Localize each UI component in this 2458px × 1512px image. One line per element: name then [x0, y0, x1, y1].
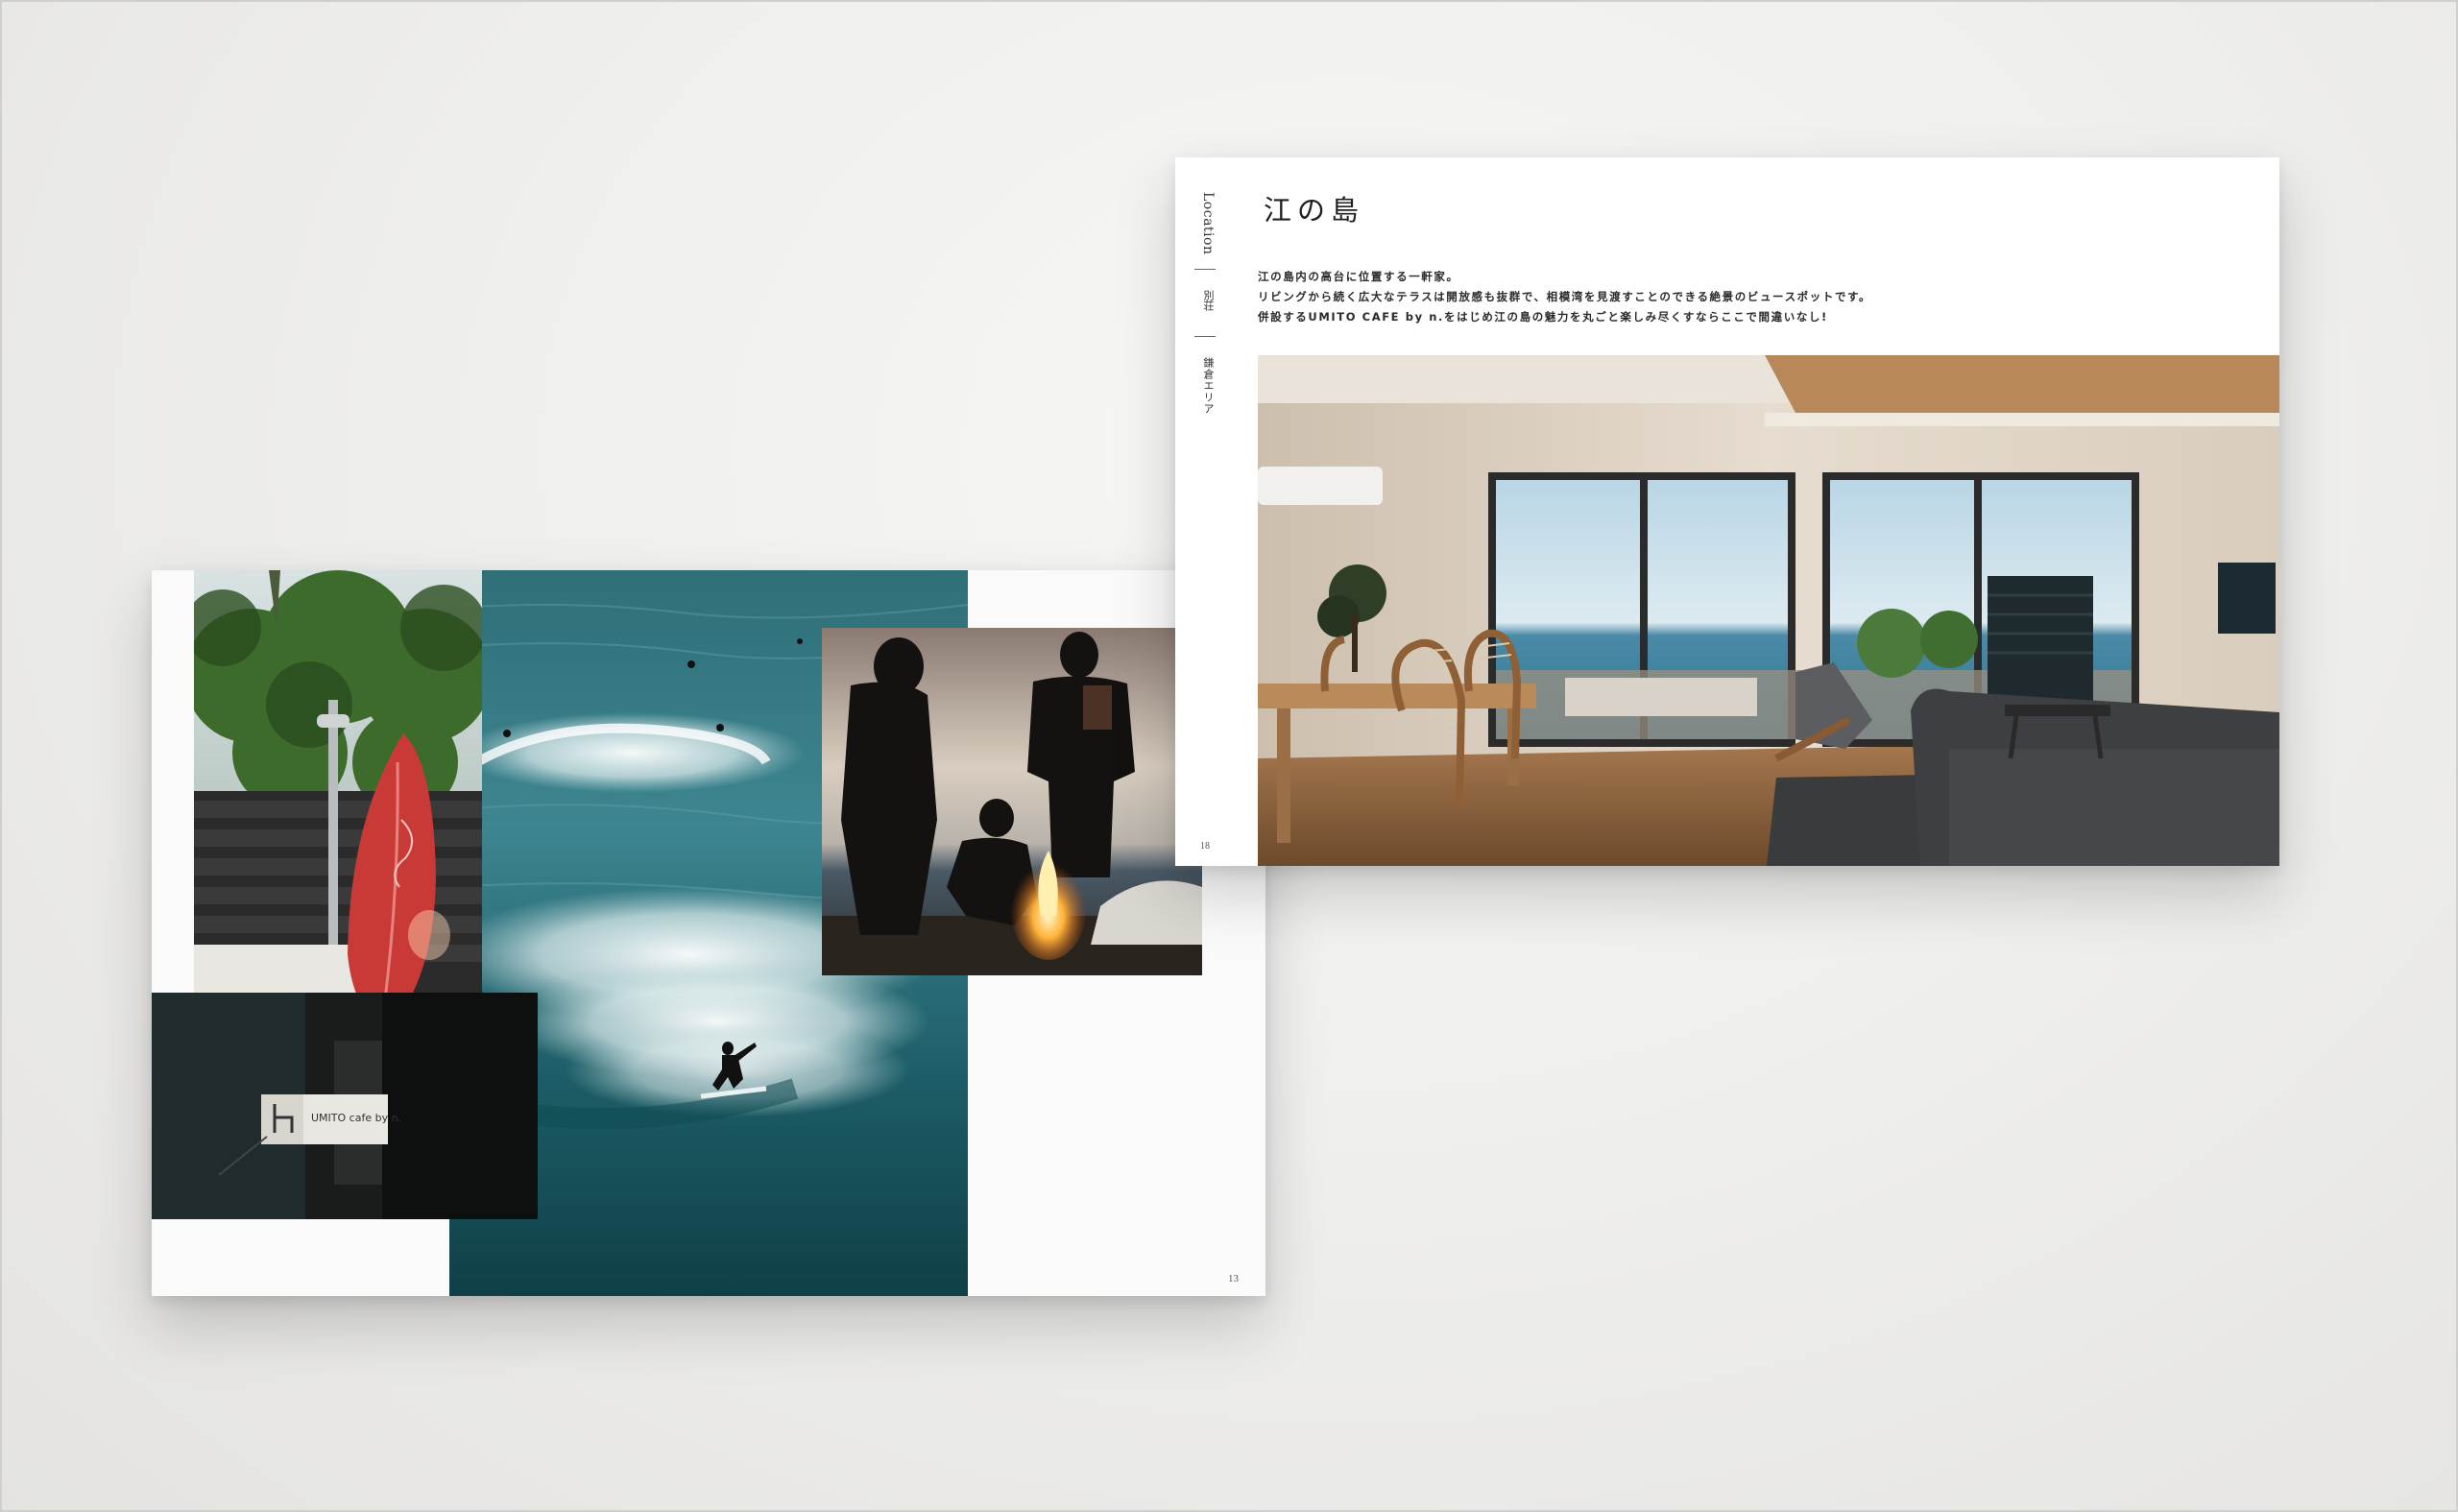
right-spread: Location 別荘 鎌倉エリア 18 江の島 江の島内の高台に位置する一軒家…	[1175, 157, 2279, 866]
ocean-view-living-room-photo	[1258, 355, 2279, 866]
side-label-area: 鎌倉エリア	[1202, 357, 1215, 415]
side-label-location: Location	[1200, 192, 1216, 255]
sign-text: UMITO cafe by n.	[311, 1112, 402, 1124]
side-navigation: Location 別荘 鎌倉エリア 18	[1175, 157, 1260, 866]
umito-cafe-sign-photo: UMITO cafe by n.	[152, 993, 538, 1219]
side-label-besso: 別荘	[1202, 290, 1215, 311]
description-line: 江の島内の高台に位置する一軒家。	[1258, 270, 1459, 283]
page-number: 18	[1200, 841, 1210, 852]
description-line: 併設するUMITO CAFE by n.をはじめ江の島の魅力を丸ごと楽しみ尽くす…	[1258, 310, 1828, 324]
side-divider	[1194, 269, 1216, 270]
outdoor-shower-with-red-surfboard-photo	[194, 570, 482, 1043]
page-number: 13	[1228, 1273, 1239, 1284]
beach-campfire-photo	[822, 628, 1202, 975]
left-spread: UMITO cafe by n. 13	[152, 570, 1265, 1296]
page-title: 江の島	[1264, 194, 1365, 227]
description: 江の島内の高台に位置する一軒家。 リビングから続く広大なテラスは開放感も抜群で、…	[1258, 267, 2218, 327]
side-divider	[1194, 336, 1216, 337]
description-line: リビングから続く広大なテラスは開放感も抜群で、相模湾を見渡すことのできる絶景のビ…	[1258, 290, 1872, 303]
